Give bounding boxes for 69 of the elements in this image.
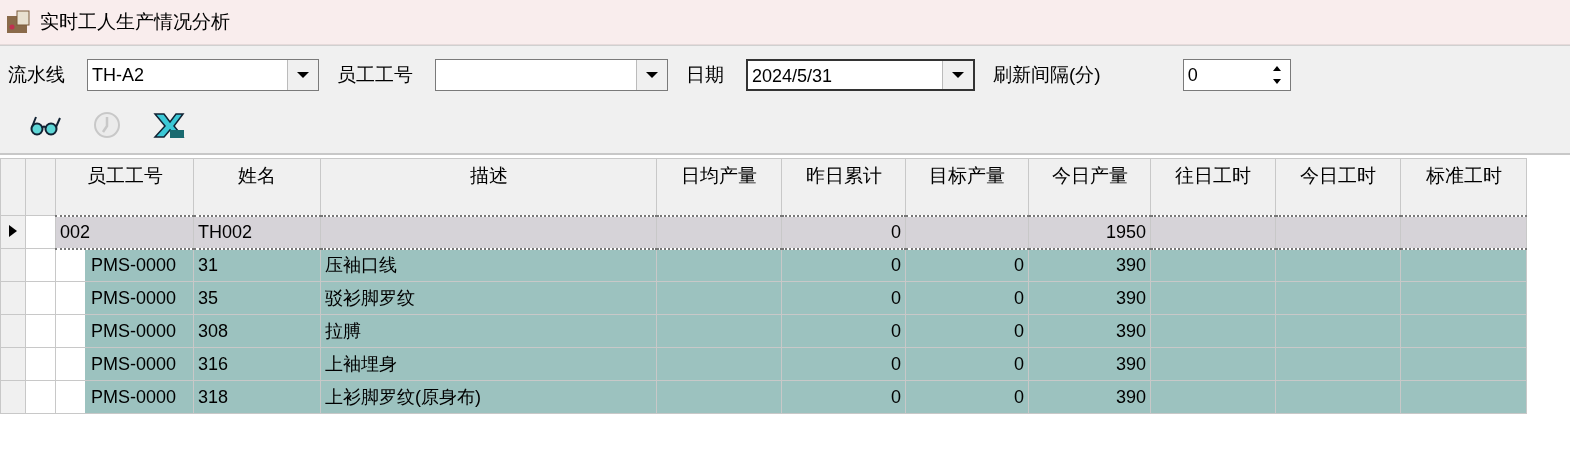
table-cell: 390 xyxy=(1115,386,1146,407)
table-cell: 0 xyxy=(1014,287,1024,308)
table-cell: 0 xyxy=(1014,386,1024,407)
dropdown-field[interactable] xyxy=(435,59,668,91)
table-cell: 压袖口线 xyxy=(325,255,397,276)
spin-arrows-icon xyxy=(1271,64,1282,86)
table-cell: PMS-0000 xyxy=(91,386,177,408)
table-cell: 0 xyxy=(891,320,901,341)
column-header[interactable]: 今日产量 xyxy=(1028,158,1151,216)
field-label: 员工工号 xyxy=(337,63,413,87)
field-label: 流水线 xyxy=(8,63,65,87)
table-cell: 0 xyxy=(891,254,901,275)
column-header[interactable]: 描述 xyxy=(320,158,657,216)
table-cell: 上袖埋身 xyxy=(325,354,397,374)
table-cell: 390 xyxy=(1115,320,1146,341)
window-title: 实时工人生产情况分析 xyxy=(40,10,230,34)
table-cell: 390 xyxy=(1115,287,1146,308)
table-cell: 0 xyxy=(891,353,901,374)
table-cell: 0 xyxy=(1014,320,1024,341)
table-cell: 390 xyxy=(1115,254,1146,275)
table-cell: 拉膊 xyxy=(325,321,361,341)
table-cell: 上衫脚罗纹(原身布) xyxy=(325,387,481,407)
caret-icon xyxy=(646,71,658,79)
table-cell: 31 xyxy=(198,254,219,275)
table-cell: PMS-0000 xyxy=(91,353,177,375)
table-cell: 308 xyxy=(198,320,229,341)
glasses-icon xyxy=(28,114,62,136)
export-icon xyxy=(152,110,186,140)
box-icon xyxy=(6,10,32,34)
current-row-icon xyxy=(8,223,18,238)
dropdown-field[interactable]: TH-A2 xyxy=(87,59,319,91)
table-cell: PMS-0000 xyxy=(91,254,177,276)
table-cell: 002 xyxy=(60,221,91,242)
column-header[interactable]: 目标产量 xyxy=(905,158,1029,216)
table-cell: PMS-0000 xyxy=(91,320,177,342)
spin-field[interactable]: 0 xyxy=(1182,59,1291,91)
row-indicator[interactable] xyxy=(0,215,26,249)
caret-icon xyxy=(952,71,964,79)
tree-indent xyxy=(56,348,85,380)
toolbar-button[interactable] xyxy=(152,110,186,140)
column-header[interactable]: 往日工时 xyxy=(1150,158,1276,216)
caret-icon xyxy=(297,71,309,79)
table-cell: 1950 xyxy=(1105,221,1146,242)
tree-indent xyxy=(56,282,85,314)
table-cell: TH002 xyxy=(198,221,253,242)
table-cell: 390 xyxy=(1115,353,1146,374)
column-header[interactable]: 姓名 xyxy=(193,158,321,216)
table-cell: 0 xyxy=(891,386,901,407)
table-cell: 0 xyxy=(1014,254,1024,275)
column-header[interactable]: 今日工时 xyxy=(1275,158,1401,216)
table-cell: PMS-0000 xyxy=(91,287,177,309)
table-cell: 316 xyxy=(198,353,229,374)
column-header[interactable]: 员工工号 xyxy=(55,158,194,216)
table-cell: 318 xyxy=(198,386,229,407)
column-header[interactable]: 昨日累计 xyxy=(781,158,906,216)
field-label: 日期 xyxy=(686,63,724,87)
dropdown-field[interactable]: 2024/5/31 xyxy=(746,59,975,91)
column-header[interactable]: 标准工时 xyxy=(1400,158,1527,216)
table-cell: 驳衫脚罗纹 xyxy=(325,288,415,308)
clock-icon xyxy=(92,110,122,140)
tree-indent xyxy=(56,249,85,281)
table-cell: 35 xyxy=(198,287,219,308)
field-label: 刷新间隔(分) xyxy=(993,63,1101,87)
table-cell: 0 xyxy=(1014,353,1024,374)
tree-indent xyxy=(56,381,85,413)
table-cell: 0 xyxy=(891,221,901,242)
column-header[interactable]: 日均产量 xyxy=(656,158,782,216)
table-cell: 0 xyxy=(891,287,901,308)
tree-indent xyxy=(56,315,85,347)
